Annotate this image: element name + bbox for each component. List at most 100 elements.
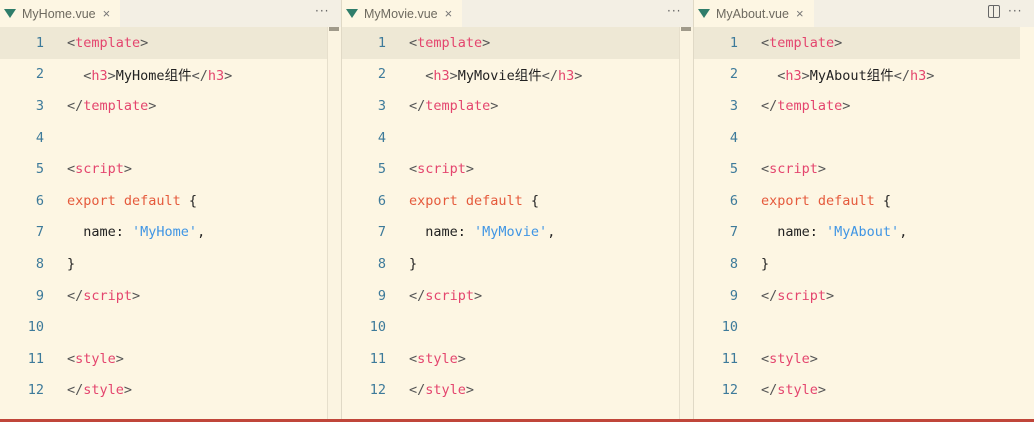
vue-icon — [346, 9, 358, 18]
token-br: </ — [541, 68, 558, 85]
line-number: 4 — [35, 129, 44, 146]
tab-file[interactable]: MyMovie.vue × — [342, 0, 463, 27]
token-br: < — [761, 161, 770, 178]
token-br: > — [826, 287, 835, 304]
code-line: 2 <h3>MyAbout组件</h3> — [694, 59, 1020, 91]
code-text: } — [67, 256, 75, 272]
scrollbar-thumb[interactable] — [329, 27, 339, 31]
code-line: 1 <template> — [0, 27, 327, 59]
code-line: 11 <style> — [694, 343, 1020, 375]
code-text: </template> — [67, 98, 156, 114]
line-number: 2 — [377, 66, 386, 83]
code-editor[interactable]: 1 <template> 2 <h3>MyHome组件</h3> 3 </tem… — [0, 27, 341, 419]
code-line: 4 — [694, 122, 1020, 154]
token-br: > — [224, 68, 233, 85]
token-str: 'MyAbout' — [826, 224, 900, 241]
token-br: < — [761, 350, 770, 367]
vertical-scrollbar[interactable] — [679, 27, 693, 419]
line-number: 10 — [721, 319, 738, 336]
code-editor[interactable]: 1 <template> 2 <h3>MyMovie组件</h3> 3 </te… — [342, 27, 693, 419]
line-number: 3 — [729, 97, 738, 114]
token-tag: script — [769, 161, 818, 178]
close-icon[interactable]: × — [103, 6, 111, 21]
code-line: 6 export default { — [694, 185, 1020, 217]
token-br: > — [107, 68, 116, 85]
code-line: 9 </script> — [694, 280, 1020, 312]
vertical-scrollbar[interactable] — [327, 27, 341, 419]
token-br: > — [457, 350, 466, 367]
close-icon[interactable]: × — [445, 6, 453, 21]
code-line: 11 <style> — [342, 343, 679, 375]
line-number: 11 — [721, 350, 738, 367]
line-number: 10 — [369, 319, 386, 336]
code-text: <h3>MyHome组件</h3> — [67, 64, 232, 84]
line-number: 3 — [377, 97, 386, 114]
token-br: > — [449, 68, 458, 85]
tab-bar: MyHome.vue × ··· — [0, 0, 341, 27]
code-line: 11 <style> — [0, 343, 327, 375]
token-br: > — [123, 382, 133, 399]
code-line: 10 — [342, 311, 679, 343]
tab-label: MyMovie.vue — [364, 6, 438, 21]
code-text: <style> — [761, 351, 818, 367]
code-text: </script> — [761, 288, 834, 304]
token-br: < — [409, 350, 418, 367]
token-tag: template — [769, 34, 835, 51]
token-br: > — [574, 68, 583, 85]
line-number: 5 — [35, 161, 44, 178]
token-str: 'MyMovie' — [474, 224, 548, 241]
more-actions-icon[interactable]: ··· — [667, 4, 681, 18]
token-tag: template — [83, 97, 149, 114]
token-tag: script — [83, 287, 133, 304]
code-text: <h3>MyMovie组件</h3> — [409, 64, 582, 84]
line-number: 6 — [35, 192, 44, 209]
close-icon[interactable]: × — [796, 6, 804, 21]
code-line: 8 } — [694, 248, 1020, 280]
more-actions-icon[interactable]: ··· — [1008, 4, 1022, 18]
line-number: 5 — [729, 161, 738, 178]
line-number: 12 — [27, 382, 44, 399]
line-number: 8 — [729, 255, 738, 272]
token-br: < — [67, 350, 76, 367]
token-br: </ — [409, 382, 426, 399]
token-str: 'MyHome' — [132, 224, 198, 241]
code-text: <style> — [67, 351, 124, 367]
tab-label: MyHome.vue — [22, 6, 96, 21]
code-text: </template> — [761, 98, 850, 114]
code-text: export default { — [761, 193, 891, 209]
split-editor-icon[interactable] — [988, 5, 1000, 18]
token-br: > — [809, 350, 818, 367]
code-line: 8 } — [0, 248, 327, 280]
token-tag: script — [75, 161, 124, 178]
token-txt: { — [874, 192, 892, 209]
tab-label: MyAbout.vue — [716, 6, 789, 21]
token-br: > — [148, 97, 157, 114]
line-number: 8 — [377, 255, 386, 272]
scrollbar-thumb[interactable] — [681, 27, 691, 31]
token-tag: script — [417, 161, 466, 178]
token-txt: { — [180, 192, 198, 209]
token-txt: , — [197, 224, 206, 241]
tab-file[interactable]: MyHome.vue × — [0, 0, 121, 27]
code-text: export default { — [67, 193, 197, 209]
token-txt: } — [409, 255, 418, 272]
code-text: <script> — [409, 161, 474, 177]
line-number: 6 — [729, 192, 738, 209]
tab-file[interactable]: MyAbout.vue × — [694, 0, 814, 27]
code-line: 2 <h3>MyHome组件</h3> — [0, 59, 327, 91]
vue-icon — [698, 9, 710, 18]
code-line: 9 </script> — [0, 280, 327, 312]
line-number: 4 — [729, 129, 738, 146]
code-line: 2 <h3>MyMovie组件</h3> — [342, 59, 679, 91]
code-line: 3 </template> — [342, 90, 679, 122]
more-actions-icon[interactable]: ··· — [315, 4, 329, 18]
code-editor[interactable]: 1 <template> 2 <h3>MyAbout组件</h3> 3 </te… — [694, 27, 1034, 419]
token-br: > — [474, 287, 483, 304]
token-tag: h3 — [785, 68, 802, 85]
code-text: export default { — [409, 193, 539, 209]
token-br: > — [482, 34, 491, 51]
token-br: </ — [67, 382, 84, 399]
code-text: <template> — [409, 35, 490, 51]
code-line: 12 </style> — [342, 375, 679, 407]
token-tag: template — [75, 34, 141, 51]
